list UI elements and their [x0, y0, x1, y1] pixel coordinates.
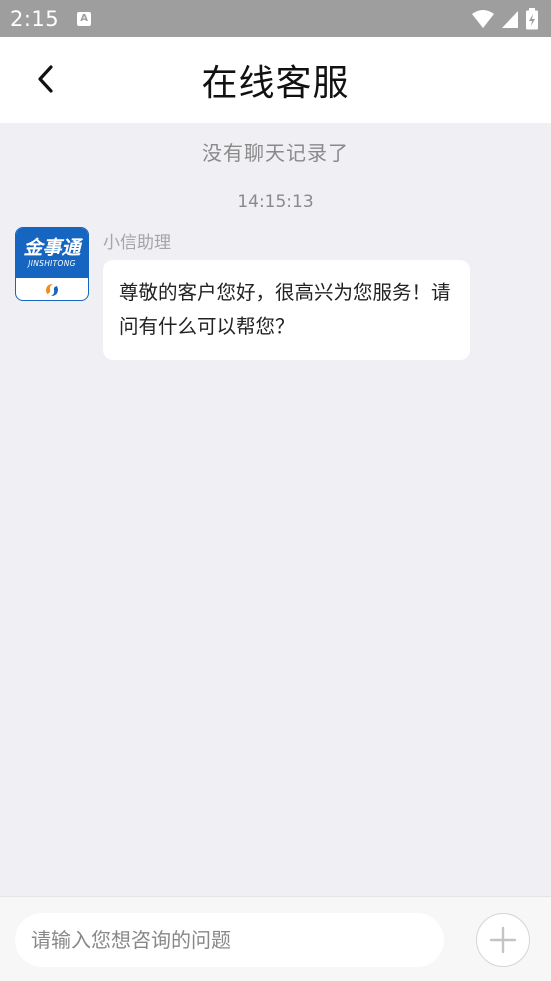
- status-bar: 2:15 A: [0, 0, 551, 37]
- avatar: 金事通 JINSHITONG: [15, 227, 89, 301]
- status-bar-left: 2:15 A: [10, 6, 92, 31]
- status-bar-right: [471, 7, 539, 30]
- battery-icon: [526, 7, 538, 29]
- avatar-brand-logo: 金事通: [23, 237, 81, 259]
- plus-icon: [489, 926, 517, 954]
- input-bar: [0, 896, 551, 981]
- message-timestamp: 14:15:13: [237, 192, 314, 212]
- message-input[interactable]: [15, 913, 444, 967]
- a-letter-icon: A: [77, 11, 92, 26]
- avatar-logo-top: 金事通 JINSHITONG: [16, 228, 88, 278]
- wifi-icon: [472, 9, 494, 28]
- avatar-brand-sub: JINSHITONG: [28, 259, 76, 268]
- sender-name: 小信助理: [103, 233, 171, 253]
- page-title: 在线客服: [201, 63, 350, 104]
- brand-swirl-icon: [46, 284, 58, 296]
- add-attachment-button[interactable]: [476, 913, 530, 967]
- signal-icon: [502, 10, 518, 28]
- message-bubble: 尊敬的客户您好，很高兴为您服务！请问有什么可以帮您？: [103, 260, 470, 360]
- back-button[interactable]: [30, 63, 62, 95]
- chevron-left-icon: [38, 65, 53, 93]
- avatar-logo-bottom: [16, 278, 88, 300]
- app-header: 在线客服: [0, 37, 551, 123]
- chat-area[interactable]: 没有聊天记录了 14:15:13 金事通 JINSHITONG 小信助理 尊敬的…: [0, 123, 551, 896]
- status-time: 2:15: [10, 6, 60, 31]
- no-history-notice: 没有聊天记录了: [202, 141, 349, 165]
